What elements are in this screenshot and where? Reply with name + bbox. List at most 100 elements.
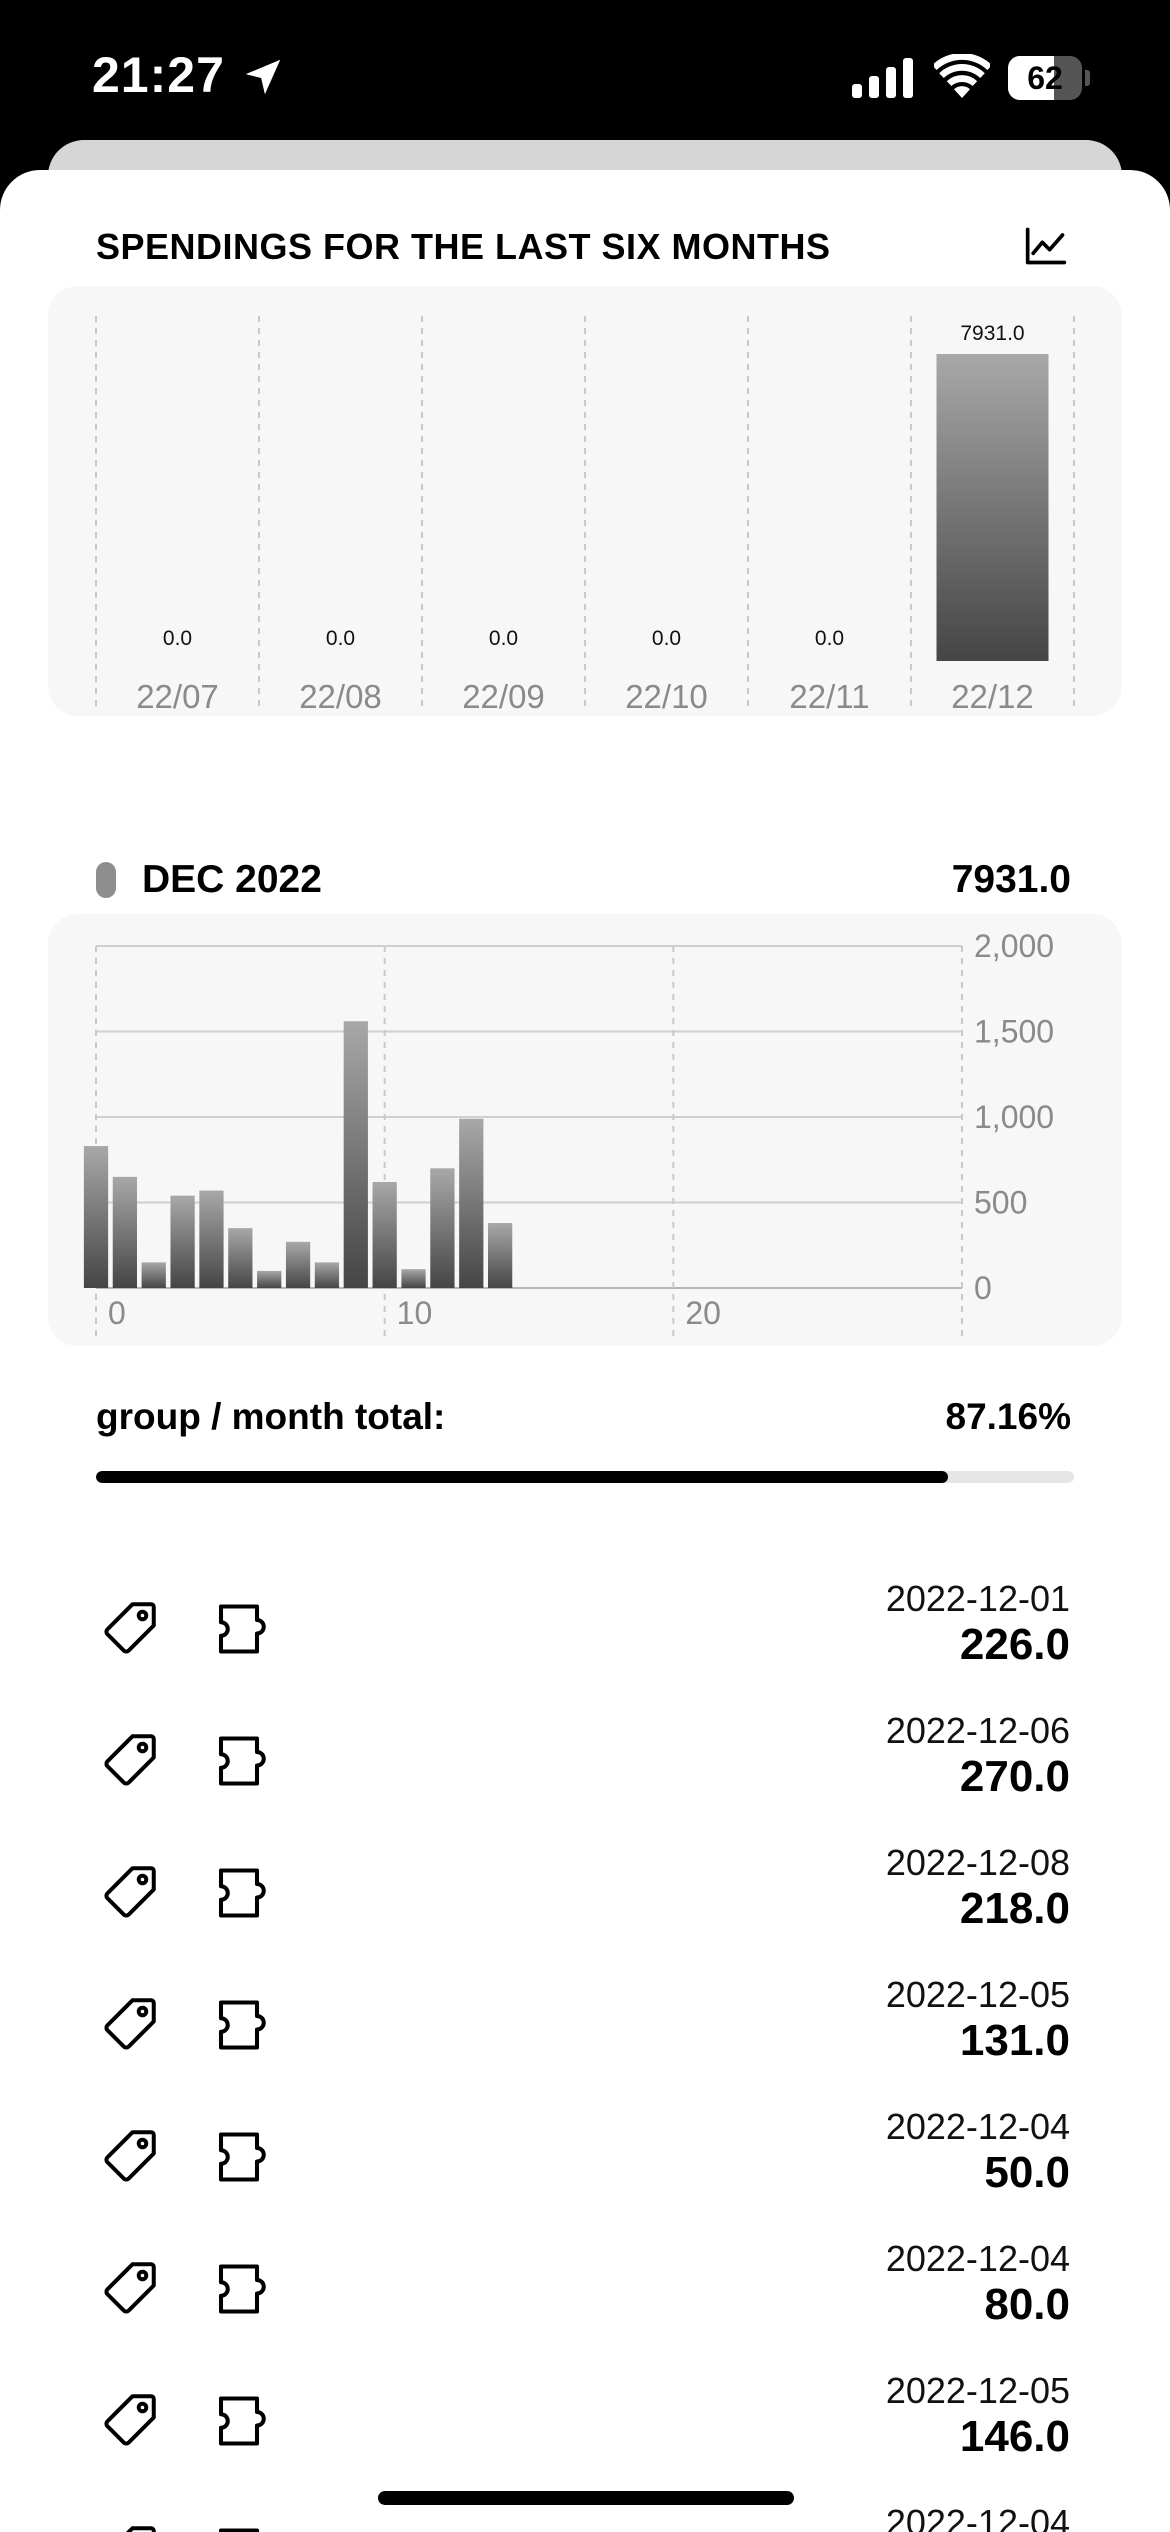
home-indicator bbox=[378, 2491, 794, 2505]
battery-percentage: 62 bbox=[1027, 60, 1063, 96]
value-label: 0.0 bbox=[326, 627, 355, 650]
x-tick-label: 0 bbox=[108, 1295, 126, 1331]
status-bar: 21:27 62 bbox=[0, 0, 1170, 150]
transaction-date: 2022-12-04 bbox=[885, 2238, 1070, 2279]
month-legend-swatch bbox=[96, 862, 116, 898]
bar-day-9 bbox=[343, 1021, 368, 1288]
bar-day-5 bbox=[228, 1228, 253, 1288]
value-label: 0.0 bbox=[815, 627, 844, 650]
section-title: SPENDINGS FOR THE LAST SIX MONTHS bbox=[96, 226, 831, 267]
transaction-amount: 226.0 bbox=[959, 1620, 1070, 1669]
bar-day-0 bbox=[83, 1146, 109, 1288]
y-tick-label: 0 bbox=[974, 1270, 992, 1306]
transaction-date: 2022-12-08 bbox=[885, 1842, 1070, 1883]
tick-label: 22/09 bbox=[462, 678, 545, 715]
month-summary: DEC 2022 7931.0 bbox=[96, 854, 1071, 904]
tick-label: 22/07 bbox=[136, 678, 219, 715]
transaction-date: 2022-12-04 bbox=[885, 2502, 1070, 2532]
month-total: 7931.0 bbox=[951, 858, 1071, 901]
bar-22/12 bbox=[936, 354, 1049, 661]
spendings-sheet: SPENDINGS FOR THE LAST SIX MONTHS 0.0 22/… bbox=[0, 170, 1170, 2532]
transaction-date: 2022-12-05 bbox=[885, 1974, 1070, 2015]
tick-label: 22/08 bbox=[299, 678, 382, 715]
value-label: 0.0 bbox=[489, 627, 518, 650]
tag-icon bbox=[104, 1734, 156, 1786]
group-ratio-value: 87.16% bbox=[945, 1396, 1072, 1437]
value-label: 0.0 bbox=[163, 627, 192, 650]
transaction-row[interactable]: 2022-12-04 50.0 bbox=[0, 2106, 1170, 2238]
cellular-signal-icon bbox=[852, 58, 913, 98]
transaction-date: 2022-12-05 bbox=[885, 2370, 1070, 2411]
tag-icon bbox=[104, 1866, 156, 1918]
transaction-amount: 270.0 bbox=[959, 1752, 1070, 1801]
transaction-row[interactable]: 2022-12-04 80.0 bbox=[0, 2238, 1170, 2370]
y-tick-label: 500 bbox=[974, 1185, 1027, 1221]
month-label: DEC 2022 bbox=[142, 858, 322, 901]
transaction-amount: 131.0 bbox=[959, 2016, 1070, 2065]
tag-icon bbox=[104, 2394, 156, 2446]
transaction-amount: 218.0 bbox=[959, 1884, 1070, 1933]
tag-icon bbox=[104, 1998, 156, 2050]
tag-icon bbox=[104, 2130, 156, 2182]
transaction-row[interactable]: 2022-12-08 218.0 bbox=[0, 1842, 1170, 1974]
value-label: 0.0 bbox=[652, 627, 681, 650]
transaction-list: 2022-12-01 226.0 2022-12-06 270.0 2022-12-08… bbox=[0, 1578, 1170, 2532]
tick-label: 22/10 bbox=[625, 678, 708, 715]
daily-bar-chart: 0 500 1,000 1,500 2,000 0 10 20 bbox=[83, 928, 1054, 1336]
transaction-date: 2022-12-04 bbox=[885, 2106, 1070, 2147]
tick-label: 22/11 bbox=[789, 678, 869, 715]
six-month-bar-chart: 0.0 22/07 0.0 22/08 0.0 22/09 0.0 22/10 0.0 22/11… bbox=[95, 316, 1075, 715]
status-time: 21:27 bbox=[92, 47, 225, 103]
bar-day-7 bbox=[285, 1241, 311, 1288]
battery-indicator: 62 bbox=[1008, 56, 1090, 100]
six-month-chart-card: 0.0 22/07 0.0 22/08 0.0 22/09 0.0 22/10 0.0 22/11… bbox=[48, 286, 1122, 716]
group-ratio-row: group / month total: 87.16% bbox=[96, 1396, 1071, 1446]
bar-day-4 bbox=[199, 1190, 224, 1288]
transaction-amount: 80.0 bbox=[984, 2280, 1070, 2329]
puzzle-icon bbox=[218, 2132, 266, 2182]
x-tick-label: 20 bbox=[685, 1295, 721, 1331]
location-arrow-icon bbox=[245, 59, 281, 95]
puzzle-icon bbox=[218, 1736, 266, 1786]
transaction-row[interactable]: 2022-12-06 270.0 bbox=[0, 1710, 1170, 1842]
group-ratio-progress-bar bbox=[96, 1471, 1074, 1483]
puzzle-icon bbox=[218, 2000, 266, 2050]
puzzle-icon bbox=[218, 2528, 260, 2532]
tag-icon bbox=[125, 2526, 156, 2532]
tag-icon bbox=[104, 1602, 156, 1654]
transaction-row[interactable]: 2022-12-05 146.0 bbox=[0, 2370, 1170, 2502]
bar-day-6 bbox=[257, 1270, 282, 1288]
transaction-amount: 50.0 bbox=[984, 2148, 1070, 2197]
line-chart-icon[interactable] bbox=[1024, 224, 1068, 268]
group-ratio-label: group / month total: bbox=[96, 1396, 446, 1437]
bar-day-2 bbox=[141, 1262, 166, 1288]
tag-icon bbox=[104, 2262, 156, 2314]
bar-day-10 bbox=[372, 1181, 397, 1288]
daily-chart-card: 0 500 1,000 1,500 2,000 0 10 20 bbox=[48, 914, 1122, 1346]
bar-day-8 bbox=[314, 1262, 340, 1288]
bar-day-11 bbox=[401, 1269, 426, 1288]
transaction-row[interactable]: 2022-12-01 226.0 bbox=[0, 1578, 1170, 1710]
bar-day-1 bbox=[112, 1176, 137, 1288]
transaction-row[interactable]: 2022-12-04 bbox=[0, 2502, 1170, 2532]
wifi-icon bbox=[934, 54, 990, 98]
y-tick-label: 1,500 bbox=[974, 1014, 1054, 1050]
tick-label: 22/12 bbox=[951, 678, 1034, 715]
group-ratio-progress-fill bbox=[96, 1471, 949, 1483]
y-tick-label: 2,000 bbox=[974, 928, 1054, 964]
bar-day-12 bbox=[430, 1168, 455, 1288]
transaction-row[interactable]: 2022-12-05 131.0 bbox=[0, 1974, 1170, 2106]
puzzle-icon bbox=[218, 2396, 266, 2446]
x-tick-label: 10 bbox=[397, 1295, 433, 1331]
puzzle-icon bbox=[218, 1604, 266, 1654]
puzzle-icon bbox=[218, 1868, 266, 1918]
puzzle-icon bbox=[218, 2264, 266, 2314]
transaction-date: 2022-12-06 bbox=[885, 1710, 1070, 1751]
transaction-date: 2022-12-01 bbox=[885, 1578, 1070, 1619]
y-tick-label: 1,000 bbox=[974, 1099, 1054, 1135]
bar-day-3 bbox=[170, 1195, 195, 1288]
transaction-amount: 146.0 bbox=[959, 2412, 1070, 2461]
bar-day-14 bbox=[488, 1223, 513, 1288]
bar-day-13 bbox=[459, 1118, 484, 1288]
value-label: 7931.0 bbox=[960, 322, 1024, 345]
